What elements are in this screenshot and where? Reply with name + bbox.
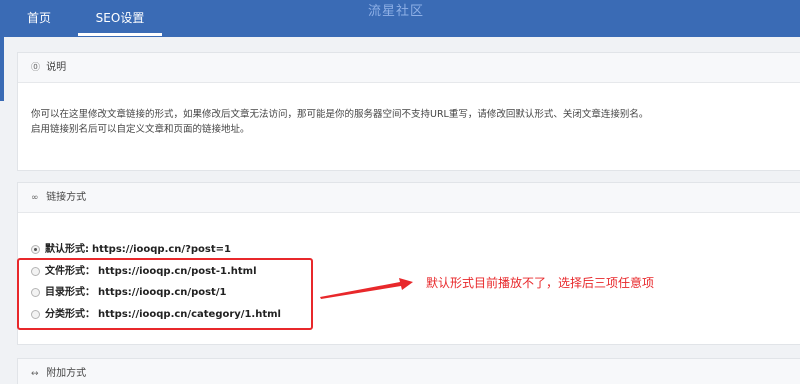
link-icon: ∞: [31, 193, 39, 203]
link-mode-panel-title: 链接方式: [46, 192, 87, 203]
active-tab-indicator: [78, 33, 162, 36]
info-panel-header: ⓪ 说明: [18, 53, 800, 83]
info-panel-title: 说明: [46, 62, 67, 73]
info-panel: ⓪ 说明 你可以在这里修改文章链接的形式，如果修改后文章无法访问，那可能是你的服…: [17, 52, 800, 171]
code-icon: ↔: [31, 369, 39, 379]
info-description: 你可以在这里修改文章链接的形式，如果修改后文章无法访问，那可能是你的服务器空间不…: [18, 83, 800, 137]
extra-panel-header: ↔ 附加方式: [18, 359, 800, 384]
extra-panel: ↔ 附加方式: [17, 358, 800, 384]
watermark: 流星社区: [368, 4, 425, 19]
extra-panel-title: 附加方式: [46, 368, 87, 379]
question-icon: ⓪: [31, 63, 41, 73]
link-mode-panel-header: ∞ 链接方式: [18, 183, 800, 213]
tab-home[interactable]: 首页: [16, 0, 62, 37]
sidebar-edge: [0, 37, 4, 101]
info-line: 你可以在这里修改文章链接的形式，如果修改后文章无法访问，那可能是你的服务器空间不…: [31, 109, 649, 120]
radio-default[interactable]: [31, 245, 40, 255]
top-navigation-bar: 首页 SEO设置 流星社区: [0, 0, 800, 37]
tab-seo-settings[interactable]: SEO设置: [78, 0, 162, 37]
arrow-icon: [320, 278, 413, 299]
highlight-box: [17, 258, 313, 330]
info-line: 启用链接别名后可以自定义文章和页面的链接地址。: [31, 124, 250, 135]
annotation-note: 默认形式目前播放不了，选择后三项任意项: [426, 276, 655, 290]
